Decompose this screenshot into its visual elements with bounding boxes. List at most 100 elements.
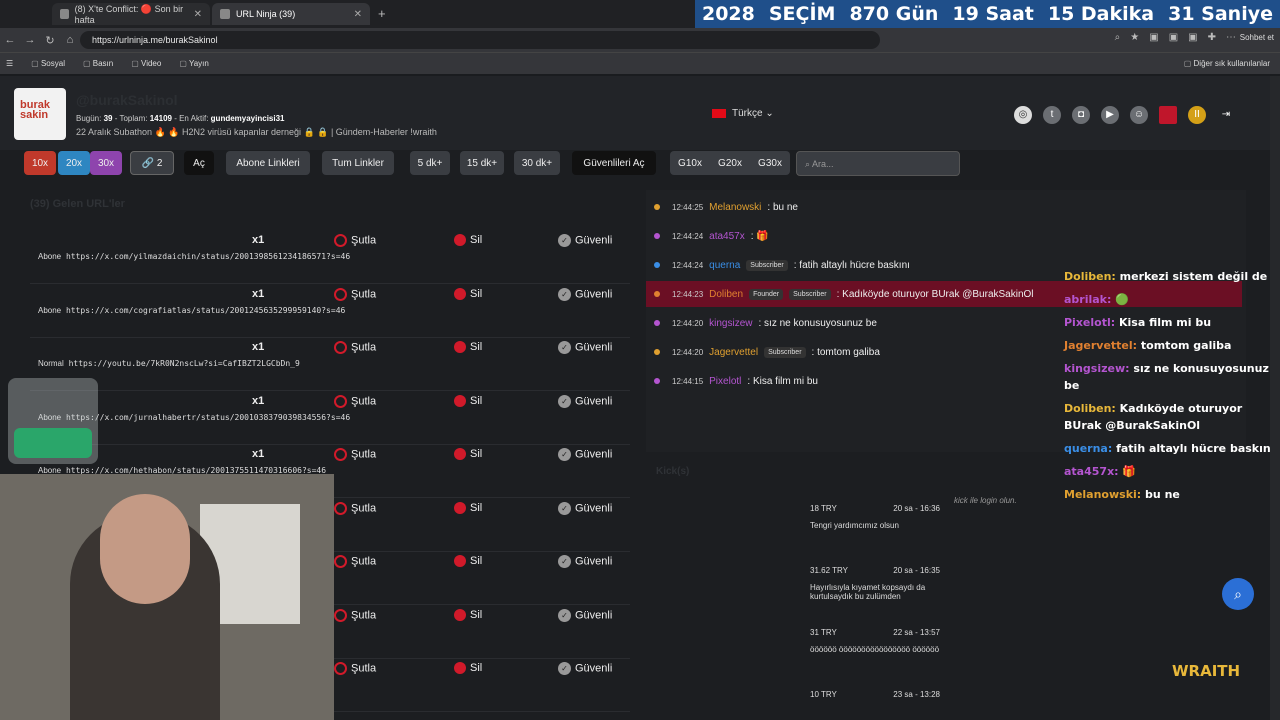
extension-icon[interactable]: ▣ [1169,32,1178,43]
discord-icon[interactable]: ☺ [1130,106,1148,124]
ban-icon [334,341,347,354]
close-icon[interactable]: ✕ [194,9,202,20]
star-icon[interactable]: ★ [1130,32,1139,43]
zoom-icon[interactable]: ⌕ [1115,32,1121,43]
kick-button[interactable]: Şutla [334,555,376,568]
filter-5dk-button[interactable]: 5 dk+ [410,151,450,175]
delete-button[interactable]: Sil [454,555,482,568]
youtube-icon[interactable]: ▶ [1101,106,1119,124]
scrollbar[interactable] [1270,76,1280,720]
overlay-text: fatih altaylı hücre baskını [1116,442,1275,455]
tab-x[interactable]: (8) X'te Conflict: 🔴 Son bir hafta ✕ [52,3,210,25]
reload-icon[interactable]: ↻ [40,34,60,47]
tab-label: (8) X'te Conflict: 🔴 Son bir hafta [74,3,184,25]
chat-user[interactable]: querna [709,260,740,271]
delete-button[interactable]: Sil [454,448,482,461]
url-text: https://x.com/yilmazdaichin/status/20013… [65,252,351,261]
kick-button[interactable]: Şutla [334,287,376,301]
delete-button[interactable]: Sil [454,341,482,354]
back-icon[interactable]: ← [0,34,20,46]
url-input[interactable]: https://urlninja.me/burakSakinol [80,31,880,49]
bookmark-basin[interactable]: Basın [83,59,113,68]
safe-button[interactable]: ✓ Güvenli [558,287,612,301]
search-fab-icon[interactable]: ⌕ [1222,578,1254,610]
chat-user[interactable]: ata457x [709,231,745,242]
chat-user[interactable]: kingsizew [709,318,752,329]
delete-label: Sil [470,608,483,621]
url-link[interactable]: Abone https://x.com/yilmazdaichin/status… [38,252,350,261]
forward-icon[interactable]: → [20,34,40,46]
g10-button[interactable]: G10x [678,158,702,169]
safe-button[interactable]: ✓ Güvenli [558,394,612,408]
safe-button[interactable]: ✓ Güvenli [558,501,612,515]
url-link[interactable]: Abone https://x.com/cografiatlas/status/… [38,306,345,315]
kick-button[interactable]: Şutla [334,234,376,247]
instagram-icon[interactable]: ◘ [1072,106,1090,124]
home-icon[interactable]: ⌂ [60,34,80,46]
bookmark-yayin[interactable]: Yayın [179,59,209,68]
kick-button[interactable]: Şutla [334,448,376,461]
bookmark-other[interactable]: Diğer sık kullanılanlar [1184,59,1270,68]
menu-icon[interactable]: ⋯ [1226,32,1236,43]
delete-button[interactable]: Sil [454,662,482,675]
delete-button[interactable]: Sil [454,234,482,247]
delete-button[interactable]: Sil [454,395,482,407]
g20-button[interactable]: G20x [718,158,742,169]
tab-urlninja[interactable]: URL Ninja (39) ✕ [212,3,370,25]
safe-button[interactable]: ✓ Güvenli [558,341,612,354]
tab-label: URL Ninja (39) [236,9,296,19]
subscriber-links-button[interactable]: Abone Linkleri [226,151,310,175]
safe-button[interactable]: ✓ Güvenli [558,234,612,247]
puzzle-icon[interactable]: ✚ [1208,32,1216,43]
delete-button[interactable]: Sil [454,609,482,621]
all-links-button[interactable]: Tum Linkler [322,151,394,175]
kick-button[interactable]: Şutla [334,662,376,675]
kick-button[interactable]: Şutla [334,501,376,515]
filter-20x-button[interactable]: 20x [58,151,90,175]
dribbble-icon[interactable]: ◎ [1014,106,1032,124]
chat-time: 12:44:23 [672,289,704,299]
safe-button[interactable]: ✓ Güvenli [558,448,612,461]
search-input[interactable]: ⌕ Ara... [796,151,960,176]
chat-user[interactable]: Jagervettel [709,347,758,358]
g30-button[interactable]: G30x [758,158,782,169]
chat-message: 12:44:25 Melanowski: bu ne [654,194,1246,220]
url-text: https://x.com/cografiatlas/status/200124… [65,305,346,315]
open-button[interactable]: Aç [184,151,214,175]
chat-user[interactable]: Pixelotl [709,376,741,387]
language-label: Türkçe [732,108,763,119]
delete-button[interactable]: Sil [454,288,482,300]
extension-icon[interactable]: ▣ [1149,32,1158,43]
logout-icon[interactable]: ⇥ [1217,106,1235,124]
countdown-label: SEÇİM [768,3,836,25]
filter-10x-button[interactable]: 10x [24,151,56,175]
kick-button[interactable]: Şutla [334,341,376,354]
filter-15dk-button[interactable]: 15 dk+ [460,151,504,175]
record-icon[interactable] [1159,106,1177,124]
chat-user[interactable]: Melanowski [709,202,761,213]
safe-button[interactable]: ✓ Güvenli [558,608,612,622]
link-count-button[interactable]: 🔗 2 [130,151,174,175]
language-select[interactable]: Türkçe ⌄ [712,108,774,119]
open-safe-button[interactable]: Güvenlileri Aç [572,151,656,175]
safe-button[interactable]: ✓ Güvenli [558,662,612,675]
bookmark-sosyal[interactable]: Sosyal [31,59,65,68]
sohbet-button[interactable]: Sohbet et [1240,33,1274,42]
extension-icon[interactable]: ▣ [1188,32,1197,43]
delete-button[interactable]: Sil [454,502,482,514]
twitter-icon[interactable]: t [1043,106,1061,124]
chat-user[interactable]: Doliben [709,289,743,300]
kick-button[interactable]: Şutla [334,608,376,622]
pause-icon[interactable]: II [1188,106,1206,124]
kick-button[interactable]: Şutla [334,394,376,408]
filter-30dk-button[interactable]: 30 dk+ [514,151,560,175]
donation-message: Hayırlısıyla kıyamet kopsaydı da kurtuls… [810,583,926,601]
filter-30x-button[interactable]: 30x [90,151,122,175]
url-link[interactable]: Normal https://youtu.be/7kR0N2nscLw?si=C… [38,359,300,368]
new-tab-button[interactable]: + [378,6,386,21]
close-icon[interactable]: ✕ [354,9,362,20]
safe-label: Güvenli [575,555,613,568]
bookmark-video[interactable]: Video [131,59,161,68]
bookmarks-menu-icon[interactable]: ☰ [6,59,13,68]
safe-button[interactable]: ✓ Güvenli [558,555,612,568]
